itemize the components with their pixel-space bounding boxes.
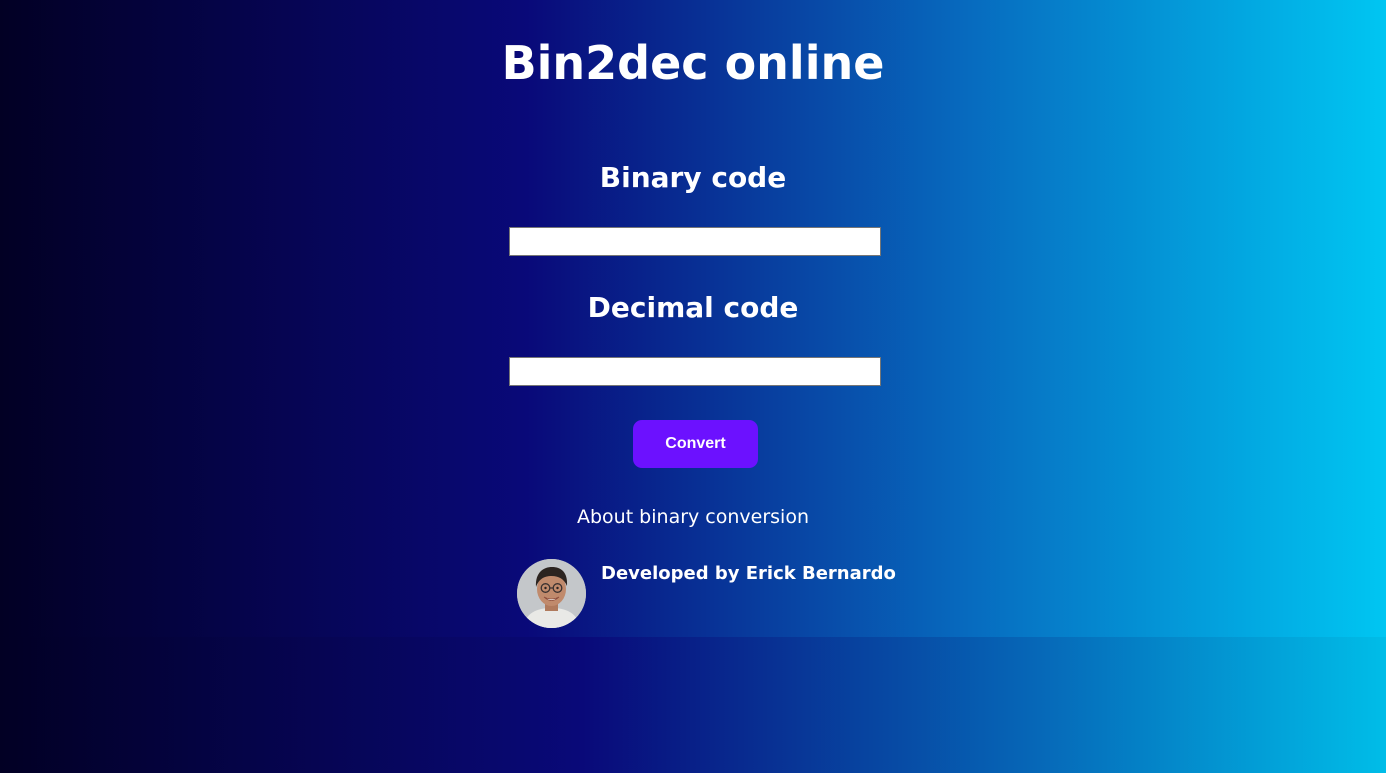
decimal-code-label: Decimal code — [587, 291, 799, 324]
developer-credit: Developed by Erick Bernardo — [601, 563, 896, 584]
developer-avatar — [517, 559, 586, 628]
page-background-lower — [0, 637, 1386, 773]
binary-code-label: Binary code — [599, 161, 787, 194]
decimal-input[interactable] — [509, 357, 881, 386]
binary-input[interactable] — [509, 227, 881, 256]
page-title: Bin2dec online — [501, 36, 885, 90]
convert-button[interactable]: Convert — [633, 420, 758, 468]
about-binary-conversion-link[interactable]: About binary conversion — [0, 505, 1386, 529]
avatar-photo-icon — [517, 559, 586, 628]
main-section: Bin2dec online Binary code Decimal code … — [0, 0, 1386, 637]
